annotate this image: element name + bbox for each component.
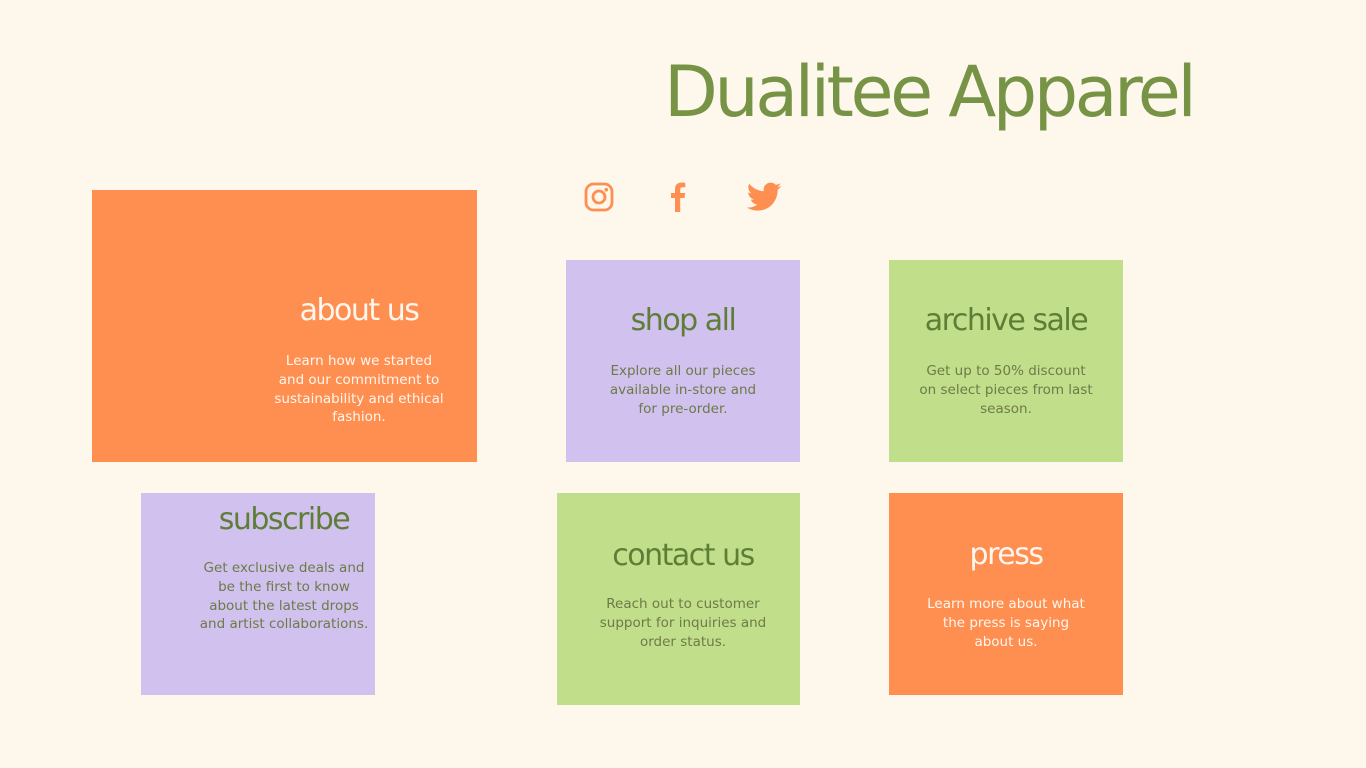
contact-us-card[interactable]: contact us Reach out to customer support… — [557, 493, 800, 705]
subscribe-title: subscribe — [218, 502, 351, 537]
about-us-description: Learn how we started and our commitment … — [274, 353, 444, 426]
facebook-link[interactable] — [670, 182, 688, 212]
about-us-card[interactable]: about us Learn how we started and our co… — [92, 190, 477, 462]
shop-all-title: shop all — [630, 303, 737, 338]
instagram-icon — [584, 182, 614, 212]
press-title: press — [969, 537, 1044, 572]
archive-sale-card[interactable]: archive sale Get up to 50% discount on s… — [889, 260, 1123, 462]
archive-sale-title: archive sale — [924, 303, 1089, 338]
instagram-link[interactable] — [584, 182, 614, 212]
subscribe-card[interactable]: subscribe Get exclusive deals and be the… — [141, 493, 375, 695]
twitter-link[interactable] — [747, 182, 782, 212]
archive-sale-description: Get up to 50% discount on select pieces … — [919, 363, 1093, 417]
subscribe-description: Get exclusive deals and be the first to … — [199, 560, 369, 633]
facebook-icon — [671, 182, 686, 212]
press-card[interactable]: press Learn more about what the press is… — [889, 493, 1123, 695]
shop-all-description: Explore all our pieces available in-stor… — [609, 363, 757, 417]
press-description: Learn more about what the press is sayin… — [927, 596, 1085, 650]
shop-all-card[interactable]: shop all Explore all our pieces availabl… — [566, 260, 800, 462]
brand-title: Dualitee Apparel — [664, 51, 1197, 133]
contact-us-title: contact us — [612, 538, 755, 573]
about-us-title: about us — [299, 293, 420, 328]
contact-us-description: Reach out to customer support for inquir… — [599, 596, 767, 650]
twitter-icon — [747, 182, 782, 211]
